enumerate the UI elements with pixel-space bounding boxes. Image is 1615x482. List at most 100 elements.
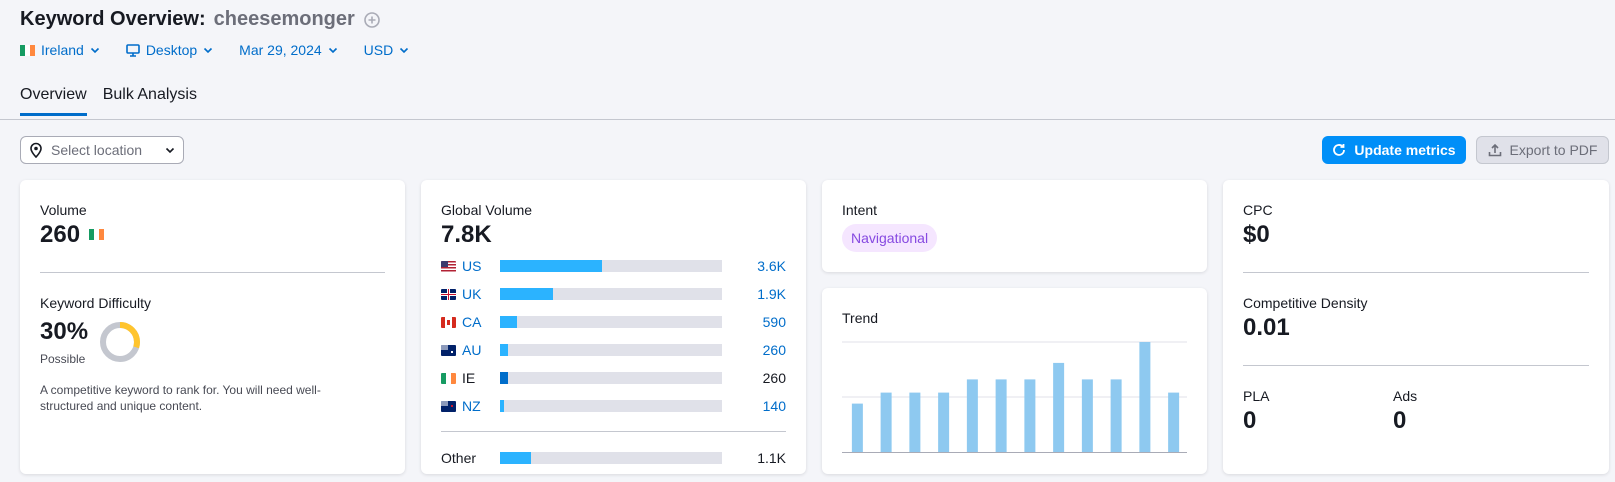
trend-bar[interactable] — [1081, 379, 1093, 452]
country-volume[interactable]: 1.9K — [757, 286, 786, 302]
global-volume-row-nz[interactable]: NZ 140 — [441, 396, 786, 416]
kd-label: Keyword Difficulty — [40, 295, 152, 311]
country-code[interactable]: NZ — [462, 398, 500, 414]
date-filter[interactable]: Mar 29, 2024 — [239, 42, 338, 58]
kd-value: 30% — [40, 318, 89, 345]
pla-value: 0 — [1243, 407, 1257, 434]
volume-share-bar-fill — [500, 260, 603, 272]
competitive-density-label: Competitive Density — [1243, 295, 1368, 311]
keyword-name: cheesemonger — [213, 8, 355, 30]
volume-share-bar-fill — [500, 344, 508, 356]
global-volume-card: Global Volume 7.8K US 3.6K UK 1.9K CA 590 AU 26… — [421, 180, 806, 474]
country-code[interactable]: CA — [462, 314, 500, 330]
trend-bar[interactable] — [880, 392, 892, 452]
tab-bulk-analysis[interactable]: Bulk Analysis — [103, 86, 197, 116]
trend-bar[interactable] — [1024, 379, 1036, 452]
country-volume[interactable]: 3.6K — [757, 258, 786, 274]
country-code[interactable]: UK — [462, 286, 500, 302]
country-volume[interactable]: 260 — [763, 342, 786, 358]
chevron-down-icon — [204, 47, 213, 54]
desktop-icon — [126, 43, 140, 57]
volume-share-bar-fill — [500, 372, 508, 384]
trend-label: Trend — [842, 310, 879, 326]
currency-filter[interactable]: USD — [364, 42, 410, 58]
other-bar-fill — [500, 452, 532, 464]
export-icon — [1488, 143, 1501, 157]
global-volume-value: 7.8K — [441, 221, 492, 248]
trend-bar[interactable] — [938, 392, 950, 452]
chevron-down-icon — [328, 47, 337, 54]
country-code[interactable]: US — [462, 258, 500, 274]
trend-bar[interactable] — [851, 403, 863, 452]
volume-share-bar-fill — [500, 316, 517, 328]
trend-bar[interactable] — [1053, 362, 1065, 452]
location-select-placeholder: Select location — [51, 142, 143, 158]
cpc-value: $0 — [1243, 221, 1270, 248]
ads-label: Ads — [1393, 388, 1418, 404]
country-filter-label: Ireland — [41, 42, 84, 58]
volume-share-bar — [500, 288, 722, 300]
currency-filter-label: USD — [363, 42, 394, 58]
intent-label: Intent — [842, 202, 878, 218]
country-code: IE — [462, 370, 476, 386]
volume-share-bar — [500, 400, 722, 412]
cpc-card: CPC $0 Competitive Density 0.01 PLA 0 Ad… — [1223, 180, 1609, 474]
global-volume-row-uk[interactable]: UK 1.9K — [441, 284, 786, 304]
chevron-down-icon — [165, 147, 175, 154]
trend-chart — [842, 341, 1187, 453]
volume-number: 260 — [40, 221, 81, 248]
export-pdf-label: Export to PDF — [1509, 142, 1598, 158]
update-metrics-button[interactable]: Update metrics — [1322, 136, 1466, 164]
filter-bar: Ireland Desktop Mar 29, 2024 USD — [20, 42, 409, 58]
location-pin-icon — [30, 142, 42, 158]
trend-card: Trend — [822, 288, 1207, 474]
kd-level: Possible — [40, 352, 86, 366]
global-volume-row-us[interactable]: US 3.6K — [441, 256, 786, 276]
ireland-flag-icon — [88, 229, 104, 240]
global-volume-row-au[interactable]: AU 260 — [441, 340, 786, 360]
cpc-label: CPC — [1243, 202, 1273, 218]
volume-share-bar-fill — [500, 288, 554, 300]
tab-overview[interactable]: Overview — [20, 86, 87, 116]
add-to-list-icon[interactable] — [363, 11, 381, 29]
volume-share-bar — [500, 260, 722, 272]
global-volume-other-row: Other 1.1K — [441, 448, 786, 468]
global-volume-divider — [441, 431, 786, 432]
global-volume-row-ca[interactable]: CA 590 — [441, 312, 786, 332]
ireland-flag-icon — [20, 44, 35, 56]
other-label: Other — [441, 450, 477, 466]
device-filter[interactable]: Desktop — [126, 42, 213, 58]
chevron-down-icon — [400, 47, 409, 54]
export-pdf-button[interactable]: Export to PDF — [1476, 136, 1609, 164]
trend-bar[interactable] — [995, 379, 1007, 452]
country-volume[interactable]: 590 — [763, 314, 786, 330]
trend-bar[interactable] — [966, 379, 978, 452]
volume-share-bar-fill — [500, 400, 504, 412]
other-bar — [500, 452, 722, 464]
us-flag-icon — [441, 260, 456, 272]
other-value: 1.1K — [757, 450, 786, 466]
trend-bar[interactable] — [1168, 392, 1180, 452]
competitive-density-value: 0.01 — [1243, 314, 1290, 341]
intent-badge[interactable]: Navigational — [842, 224, 938, 252]
ie-flag-icon — [441, 372, 456, 384]
nz-flag-icon — [441, 400, 456, 412]
volume-share-bar — [500, 372, 722, 384]
update-metrics-label: Update metrics — [1354, 142, 1456, 158]
volume-value: 260 — [40, 221, 104, 249]
volume-share-bar — [500, 316, 722, 328]
global-volume-row-ie: IE 260 — [441, 368, 786, 388]
trend-bar[interactable] — [1139, 342, 1151, 452]
country-filter[interactable]: Ireland — [20, 42, 100, 58]
global-volume-label: Global Volume — [441, 202, 533, 218]
location-select[interactable]: Select location — [20, 136, 184, 164]
country-volume: 260 — [762, 370, 786, 386]
country-code[interactable]: AU — [462, 342, 500, 358]
country-volume[interactable]: 140 — [763, 398, 786, 414]
density-divider — [1243, 365, 1589, 366]
date-filter-label: Mar 29, 2024 — [239, 42, 322, 58]
trend-bar[interactable] — [1110, 379, 1122, 452]
trend-bar[interactable] — [909, 392, 921, 452]
kd-donut-chart — [100, 322, 140, 362]
kd-description: A competitive keyword to rank for. You w… — [40, 383, 321, 413]
